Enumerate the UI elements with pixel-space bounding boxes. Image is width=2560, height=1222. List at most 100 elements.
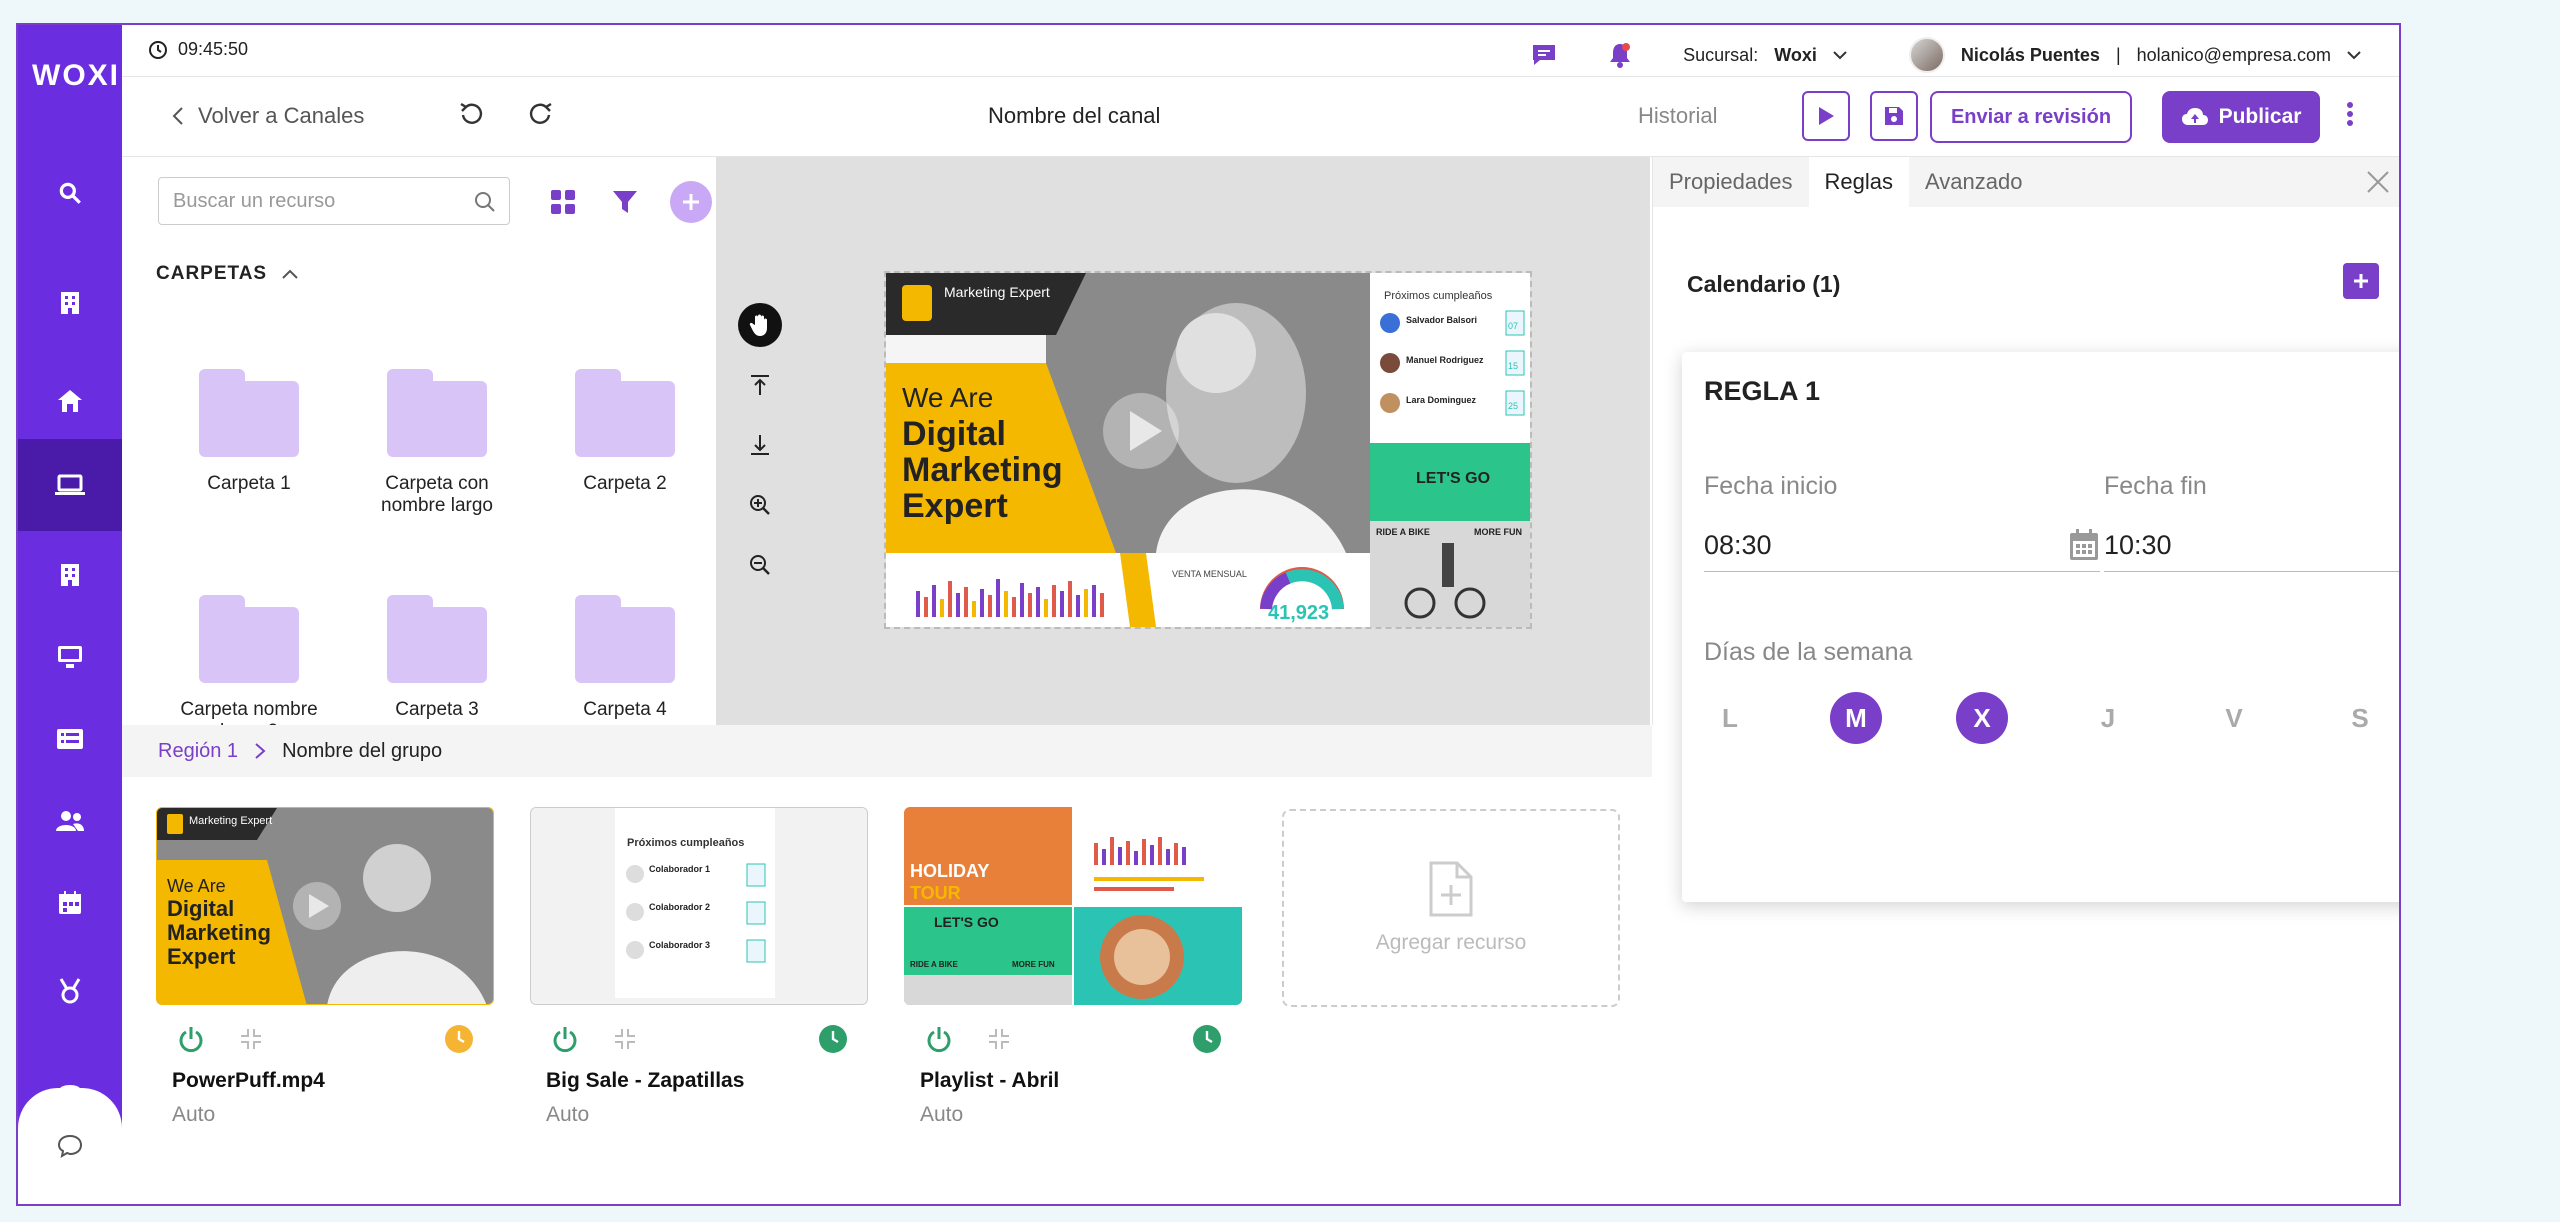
hand-tool-icon[interactable]: [738, 303, 782, 347]
weekday-toggle-m[interactable]: M: [1830, 692, 1882, 744]
svg-text:Próximos cumpleaños: Próximos cumpleaños: [627, 837, 744, 849]
folder-item[interactable]: Carpeta nombre largo 2: [164, 595, 334, 725]
more-options-icon[interactable]: [2346, 101, 2354, 132]
weekday-toggle-l[interactable]: L: [1704, 692, 1756, 744]
folder-item[interactable]: Carpeta 3: [352, 595, 522, 721]
start-date-field[interactable]: 08:30: [1704, 522, 2100, 572]
play-preview-button[interactable]: [1802, 91, 1850, 141]
weekday-toggle-v[interactable]: V: [2208, 692, 2260, 744]
folder-name: Carpeta con nombre largo: [381, 473, 493, 516]
zoom-in-icon[interactable]: [738, 483, 782, 527]
search-icon[interactable]: [48, 171, 92, 215]
add-resource-circle-button[interactable]: [670, 181, 712, 223]
list-icon[interactable]: [48, 717, 92, 761]
app-window: WOXI. 09:45:50 Sucursal: Woxi Nicolás Pu…: [16, 23, 2401, 1206]
schedule-clock-icon[interactable]: [1192, 1024, 1222, 1054]
undo-button[interactable]: [458, 101, 484, 132]
home-icon[interactable]: [48, 379, 92, 423]
clock: 09:45:50: [148, 39, 248, 60]
filter-icon[interactable]: [612, 189, 638, 220]
svg-text:TOUR: TOUR: [910, 883, 961, 903]
folders-section-header[interactable]: CARPETAS: [156, 263, 299, 285]
svg-text:Marketing Expert: Marketing Expert: [944, 284, 1050, 300]
send-to-review-button[interactable]: Enviar a revisión: [1930, 91, 2132, 143]
tab-rules[interactable]: Reglas: [1808, 157, 1910, 207]
folder-item[interactable]: Carpeta 2: [540, 369, 710, 495]
folder-icon: [387, 595, 487, 683]
notifications-bell-icon[interactable]: [1609, 42, 1631, 68]
properties-tabs: Propiedades Reglas Avanzado: [1653, 157, 2399, 207]
folder-icon: [199, 369, 299, 457]
card-controls: [904, 1021, 1242, 1057]
add-calendar-rule-button[interactable]: [2343, 263, 2379, 299]
end-date-value: 10:30: [2104, 530, 2172, 560]
redo-button[interactable]: [528, 101, 554, 132]
card-thumbnail[interactable]: Marketing Expert We Are Digital Marketin…: [156, 807, 494, 1005]
tab-advanced[interactable]: Avanzado: [1909, 157, 2038, 207]
weekday-toggle-x[interactable]: X: [1956, 692, 2008, 744]
zoom-out-icon[interactable]: [738, 543, 782, 587]
svg-text:Colaborador 2: Colaborador 2: [649, 902, 710, 912]
folder-icon: [387, 369, 487, 457]
back-to-channels-link[interactable]: Volver a Canales: [172, 103, 364, 129]
building-icon[interactable]: [48, 281, 92, 325]
folder-item[interactable]: Carpeta 4: [540, 595, 710, 721]
monitor-icon[interactable]: [48, 635, 92, 679]
svg-text:RIDE A BIKE: RIDE A BIKE: [1376, 527, 1430, 537]
close-panel-icon[interactable]: [2365, 169, 2391, 195]
weekday-toggle-s[interactable]: S: [2334, 692, 2386, 744]
svg-text:Expert: Expert: [902, 487, 1008, 525]
branch-label: Sucursal:: [1683, 44, 1759, 65]
calendar-icon[interactable]: [48, 881, 92, 925]
calendar-picker-icon[interactable]: [2068, 528, 2100, 562]
align-bottom-icon[interactable]: [738, 423, 782, 467]
chat-button[interactable]: [18, 1088, 122, 1204]
medal-icon[interactable]: [48, 969, 92, 1013]
user-name: Nicolás Puentes: [1960, 44, 2100, 65]
power-icon[interactable]: [924, 1024, 954, 1054]
svg-text:We Are: We Are: [167, 876, 226, 896]
branches-building-icon[interactable]: [48, 553, 92, 597]
resource-search-input[interactable]: Buscar un recurso: [158, 177, 510, 225]
channel-preview[interactable]: Marketing Expert We Are Digital Marketin…: [884, 271, 1532, 629]
grid-view-icon[interactable]: [550, 189, 576, 220]
card-subtitle: Auto: [172, 1103, 216, 1126]
svg-text:LET'S GO: LET'S GO: [1416, 470, 1490, 487]
svg-text:25: 25: [1508, 401, 1518, 411]
minimize-icon[interactable]: [612, 1026, 638, 1052]
align-top-icon[interactable]: [738, 363, 782, 407]
power-icon[interactable]: [550, 1024, 580, 1054]
group-name: Nombre del grupo: [282, 739, 443, 762]
card-thumbnail[interactable]: HOLIDAY TOUR LET'S GO RIDE A BIKE MORE F…: [904, 807, 1242, 1005]
folder-item[interactable]: Carpeta 1: [164, 369, 334, 495]
card-title: Big Sale - Zapatillas: [546, 1069, 745, 1092]
chevron-down-icon[interactable]: [1833, 50, 1847, 60]
branch-selector[interactable]: Woxi: [1774, 45, 1817, 66]
schedule-clock-icon[interactable]: [444, 1024, 474, 1054]
power-icon[interactable]: [176, 1024, 206, 1054]
top-right-controls: Sucursal: Woxi Nicolás Puentes | holanic…: [1531, 37, 2361, 73]
save-button[interactable]: [1870, 91, 1918, 141]
minimize-icon[interactable]: [238, 1026, 264, 1052]
user-menu-chevron-icon[interactable]: [2347, 50, 2361, 60]
folder-item[interactable]: Carpeta con nombre largo: [352, 369, 522, 517]
add-resource-dropzone[interactable]: Agregar recurso: [1282, 809, 1620, 1007]
publish-button[interactable]: Publicar: [2162, 91, 2320, 143]
card-thumbnail[interactable]: Próximos cumpleaños Colaborador 1 Colabo…: [530, 807, 868, 1005]
user-avatar[interactable]: [1908, 37, 1945, 73]
users-icon[interactable]: [48, 799, 92, 843]
folder-icon: [575, 595, 675, 683]
schedule-clock-icon[interactable]: [818, 1024, 848, 1054]
history-button[interactable]: Historial: [1638, 103, 1717, 129]
resource-card[interactable]: Marketing Expert We Are Digital Marketin…: [156, 807, 494, 1127]
plus-icon: [2354, 274, 2368, 288]
channels-laptop-icon[interactable]: [18, 439, 122, 531]
region-link[interactable]: Región 1: [158, 740, 238, 763]
tab-properties[interactable]: Propiedades: [1653, 157, 1809, 207]
resource-card[interactable]: Próximos cumpleaños Colaborador 1 Colabo…: [530, 807, 868, 1127]
messages-icon[interactable]: [1531, 43, 1557, 67]
minimize-icon[interactable]: [986, 1026, 1012, 1052]
weekday-toggle-j[interactable]: J: [2082, 692, 2134, 744]
end-date-field[interactable]: 10:30: [2104, 522, 2399, 572]
resource-card[interactable]: HOLIDAY TOUR LET'S GO RIDE A BIKE MORE F…: [904, 807, 1242, 1127]
